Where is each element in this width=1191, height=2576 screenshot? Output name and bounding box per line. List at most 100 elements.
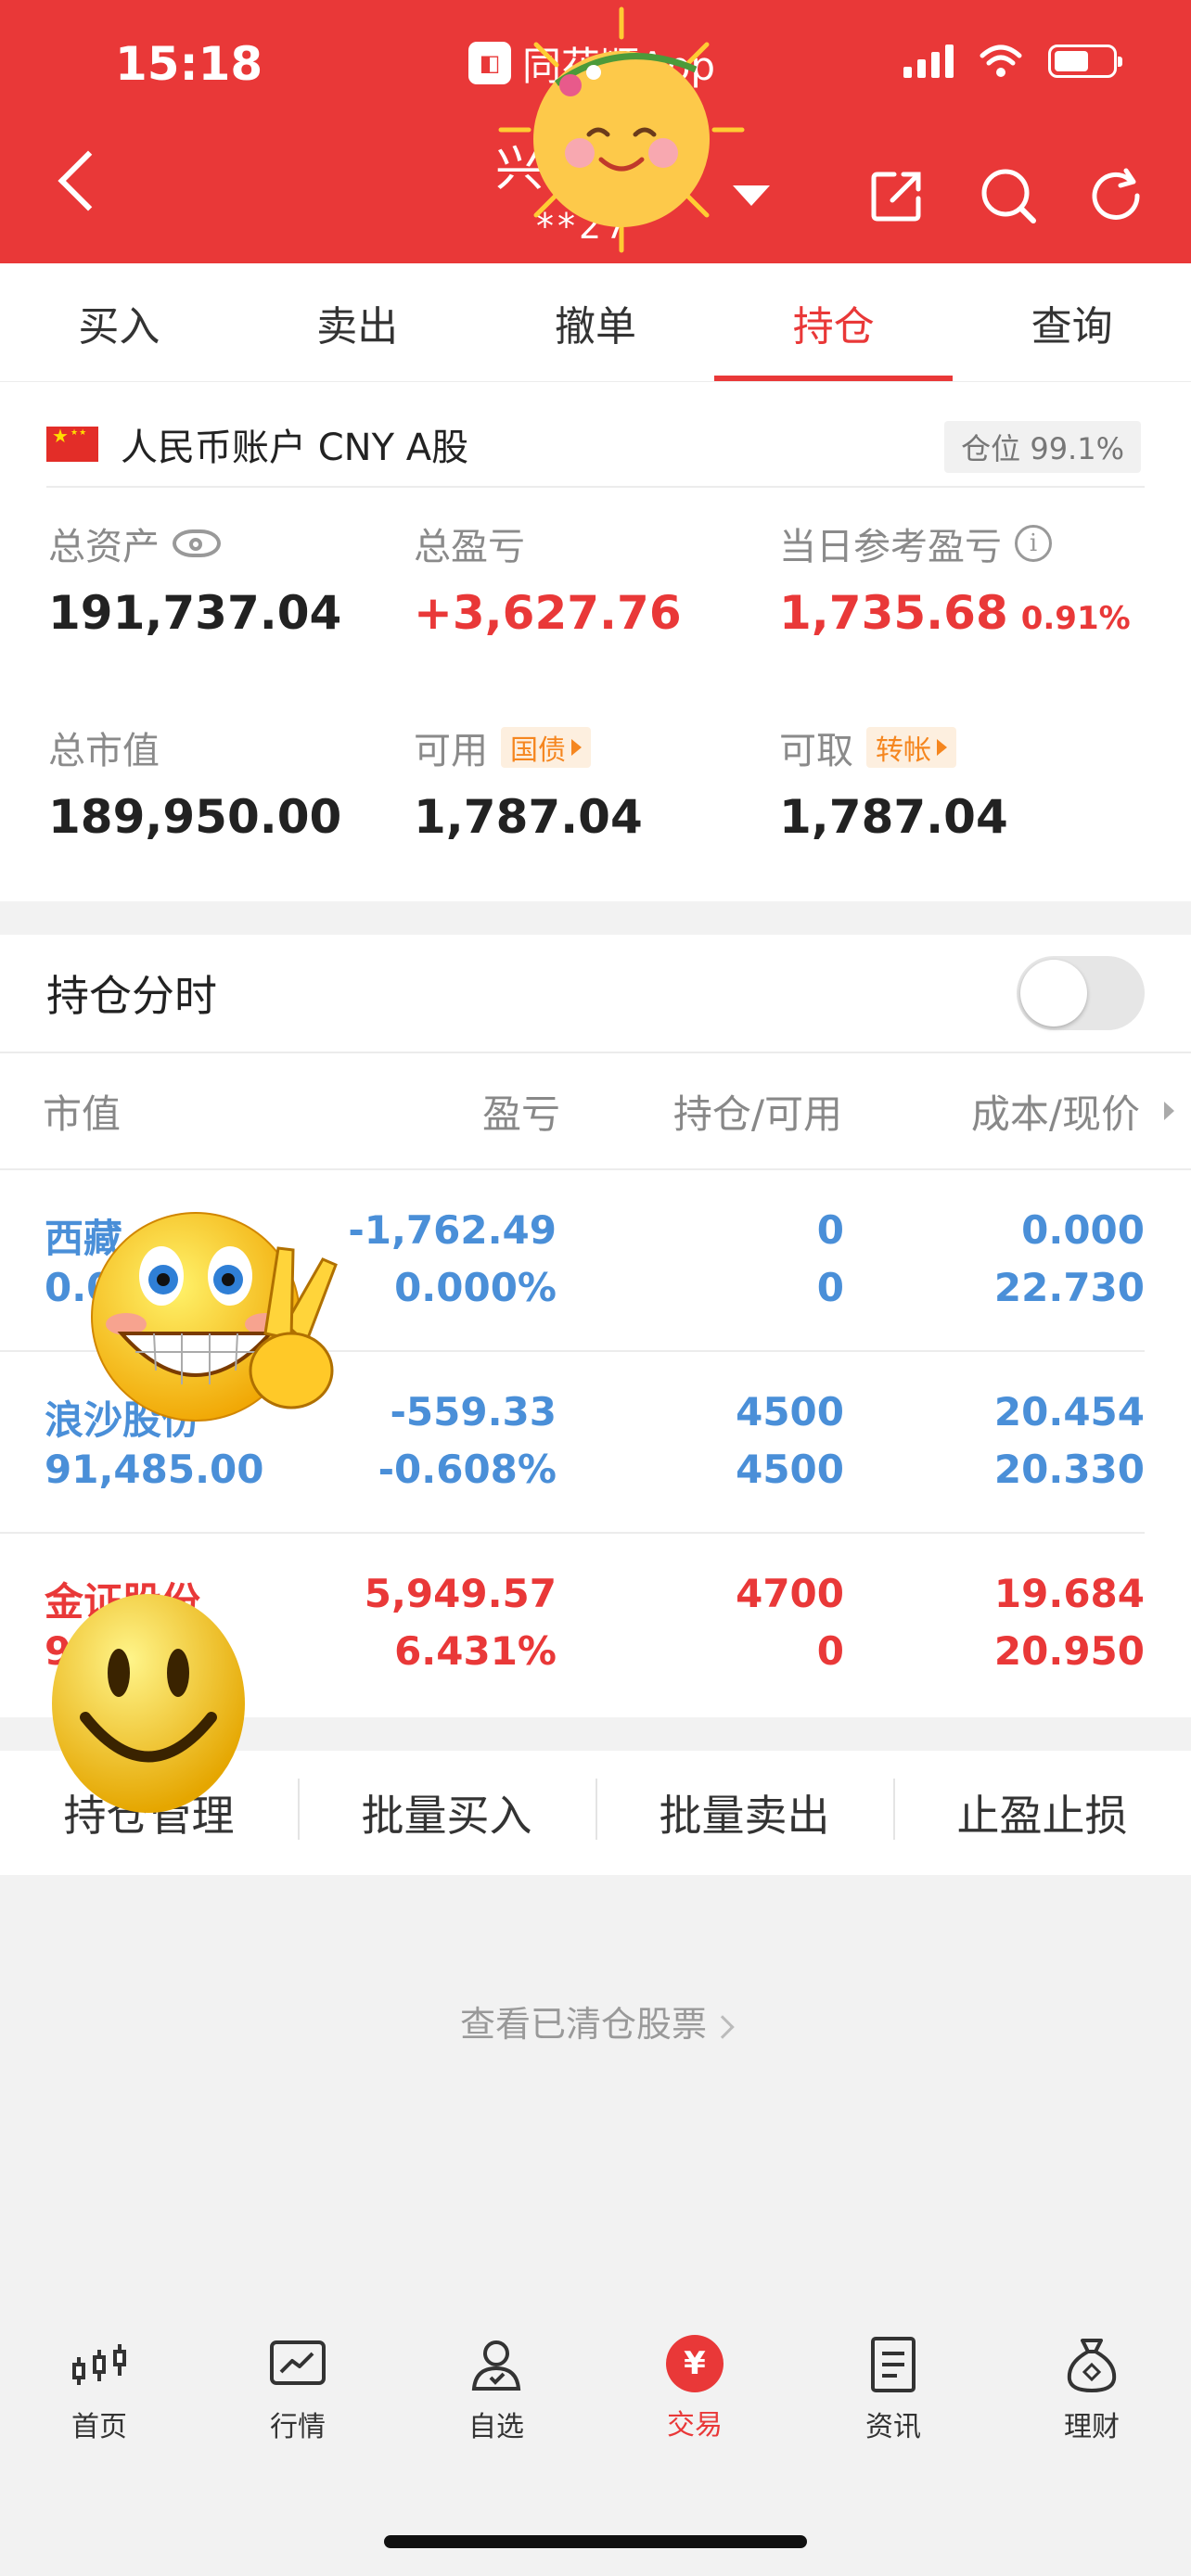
- candlestick-icon: [72, 2344, 126, 2385]
- nav-news[interactable]: 资讯: [794, 2335, 992, 2465]
- col-hold-available[interactable]: 持仓/可用: [673, 1083, 842, 1140]
- tab-holdings[interactable]: 持仓: [714, 263, 953, 381]
- smiley-sticker: [52, 1594, 245, 1813]
- stock-available: 4500: [736, 1447, 844, 1492]
- total-assets-value: 191,737.04: [48, 586, 342, 640]
- available-label: 可用: [414, 730, 488, 772]
- back-icon[interactable]: [58, 150, 119, 211]
- batch-sell-button[interactable]: 批量卖出: [596, 1779, 893, 1843]
- treasury-bond-tag[interactable]: 国债: [501, 727, 591, 768]
- transfer-tag[interactable]: 转帐: [866, 727, 956, 768]
- transfer-tag-label: 转帐: [876, 734, 931, 767]
- trade-holdings-page: { "status_bar": {"time": "15:18", "app":…: [0, 0, 1191, 2576]
- tab-buy[interactable]: 买入: [0, 263, 238, 381]
- stock-price: 20.950: [993, 1628, 1145, 1674]
- col-cost-price[interactable]: 成本/现价: [971, 1083, 1140, 1140]
- tab-query[interactable]: 查询: [953, 263, 1191, 381]
- status-icons: [903, 45, 1122, 78]
- china-flag-icon: [46, 425, 98, 462]
- yuan-icon: ¥: [666, 2335, 724, 2392]
- holdings-table-header: 市值 盈亏 持仓/可用 成本/现价: [0, 1053, 1191, 1170]
- status-time: 15:18: [115, 37, 263, 91]
- refresh-icon[interactable]: [1085, 165, 1146, 226]
- nav-home[interactable]: 首页: [0, 2335, 198, 2465]
- col-market-value[interactable]: 市值: [43, 1083, 121, 1140]
- holdings-intraday-label: 持仓分时: [46, 971, 217, 1021]
- col-pl[interactable]: 盈亏: [482, 1083, 560, 1140]
- stock-available: 0: [816, 1628, 844, 1674]
- tab-cancel[interactable]: 撤单: [477, 263, 715, 381]
- nav-market[interactable]: 行情: [198, 2335, 397, 2465]
- daily-pl-percent: 0.91%: [1020, 600, 1131, 637]
- batch-buy-button[interactable]: 批量买入: [298, 1779, 596, 1843]
- nav-market-label: 行情: [270, 2411, 326, 2443]
- tab-sell[interactable]: 卖出: [238, 263, 477, 381]
- stock-available: 0: [816, 1265, 844, 1310]
- cleared-stocks-label: 查看已清仓股票: [459, 2004, 707, 2045]
- total-pl: 总盈亏 +3,627.76: [414, 519, 682, 640]
- holdings-intraday-toggle[interactable]: [1017, 956, 1145, 1030]
- total-assets-label: 总资产: [48, 526, 160, 568]
- stock-market-value: 91,485.00: [45, 1447, 264, 1492]
- currency-label: 人民币账户 CNY A股: [121, 427, 469, 469]
- eye-icon[interactable]: [173, 529, 221, 557]
- withdrawable-label: 可取: [779, 730, 853, 772]
- sun-sticker: [498, 6, 745, 253]
- share-icon[interactable]: [866, 165, 928, 226]
- nav-finance-label: 理财: [1064, 2411, 1120, 2443]
- stock-price: 20.330: [993, 1447, 1145, 1492]
- nav-trade[interactable]: ¥ 交易: [596, 2335, 794, 2465]
- document-icon: [871, 2337, 916, 2392]
- trade-tabs: 买入 卖出 撤单 持仓 查询: [0, 263, 1191, 382]
- currency-row: 人民币账户 CNY A股 仓位 99.1%: [46, 402, 1145, 488]
- peace-emoji-sticker: [91, 1212, 338, 1422]
- stock-cost: 0.000: [1021, 1207, 1145, 1253]
- home-indicator[interactable]: [384, 2535, 807, 2548]
- chart-icon: [270, 2340, 326, 2385]
- info-icon[interactable]: i: [1015, 525, 1052, 562]
- available-funds: 可用 国债 1,787.04: [414, 723, 643, 844]
- app-header: 15:18 ◧ 同花顺App 兴 **27: [0, 0, 1191, 263]
- nav-news-label: 资讯: [865, 2411, 921, 2443]
- holdings-intraday-row: 持仓分时: [0, 935, 1191, 1053]
- withdrawable-value: 1,787.04: [779, 790, 1008, 844]
- daily-pl: 当日参考盈亏 i 1,735.68 0.91%: [779, 519, 1131, 640]
- stock-pl: -1,762.49: [348, 1207, 557, 1253]
- stock-pl-percent: 6.431%: [394, 1628, 557, 1674]
- toggle-knob: [1020, 960, 1087, 1027]
- nav-watchlist-label: 自选: [468, 2411, 524, 2443]
- user-icon: [471, 2340, 521, 2391]
- total-assets: 总资产 191,737.04: [48, 519, 341, 640]
- battery-icon: [1048, 45, 1122, 78]
- position-ratio-badge: 仓位 99.1%: [944, 421, 1141, 473]
- money-bag-icon: [1067, 2339, 1117, 2393]
- stock-pl: 5,949.57: [364, 1571, 557, 1616]
- total-pl-value: +3,627.76: [414, 586, 682, 640]
- market-value-value: 189,950.00: [48, 790, 342, 844]
- withdrawable-funds: 可取 转帐 1,787.04: [779, 723, 1008, 844]
- cleared-stocks-link[interactable]: 查看已清仓股票: [0, 1996, 1191, 2047]
- wifi-icon: [980, 45, 1022, 77]
- account-summary: 人民币账户 CNY A股 仓位 99.1% 总资产 191,737.04 总盈亏…: [0, 382, 1191, 901]
- search-icon[interactable]: [978, 165, 1039, 226]
- nav-finance[interactable]: 理财: [992, 2335, 1191, 2465]
- available-value: 1,787.04: [414, 790, 643, 844]
- stock-pl: -559.33: [390, 1389, 557, 1435]
- stock-cost: 19.684: [993, 1571, 1145, 1616]
- triangle-right-icon: [937, 739, 947, 756]
- stock-price: 22.730: [993, 1265, 1145, 1310]
- treasury-bond-tag-label: 国债: [510, 734, 566, 767]
- triangle-right-icon: [571, 739, 582, 756]
- stock-cost: 20.454: [993, 1389, 1145, 1435]
- nav-watchlist[interactable]: 自选: [397, 2335, 596, 2465]
- chevron-right-icon: [711, 2014, 735, 2039]
- stock-pl-percent: 0.000%: [394, 1265, 557, 1310]
- stock-holding: 0: [816, 1207, 844, 1253]
- market-value-label: 总市值: [48, 730, 160, 772]
- market-value: 总市值 189,950.00: [48, 723, 341, 844]
- take-profit-stop-loss-button[interactable]: 止盈止损: [893, 1779, 1191, 1843]
- nav-home-label: 首页: [71, 2411, 127, 2443]
- daily-pl-label: 当日参考盈亏: [779, 526, 1002, 568]
- scroll-right-icon[interactable]: [1164, 1102, 1174, 1120]
- stock-pl-percent: -0.608%: [378, 1447, 557, 1492]
